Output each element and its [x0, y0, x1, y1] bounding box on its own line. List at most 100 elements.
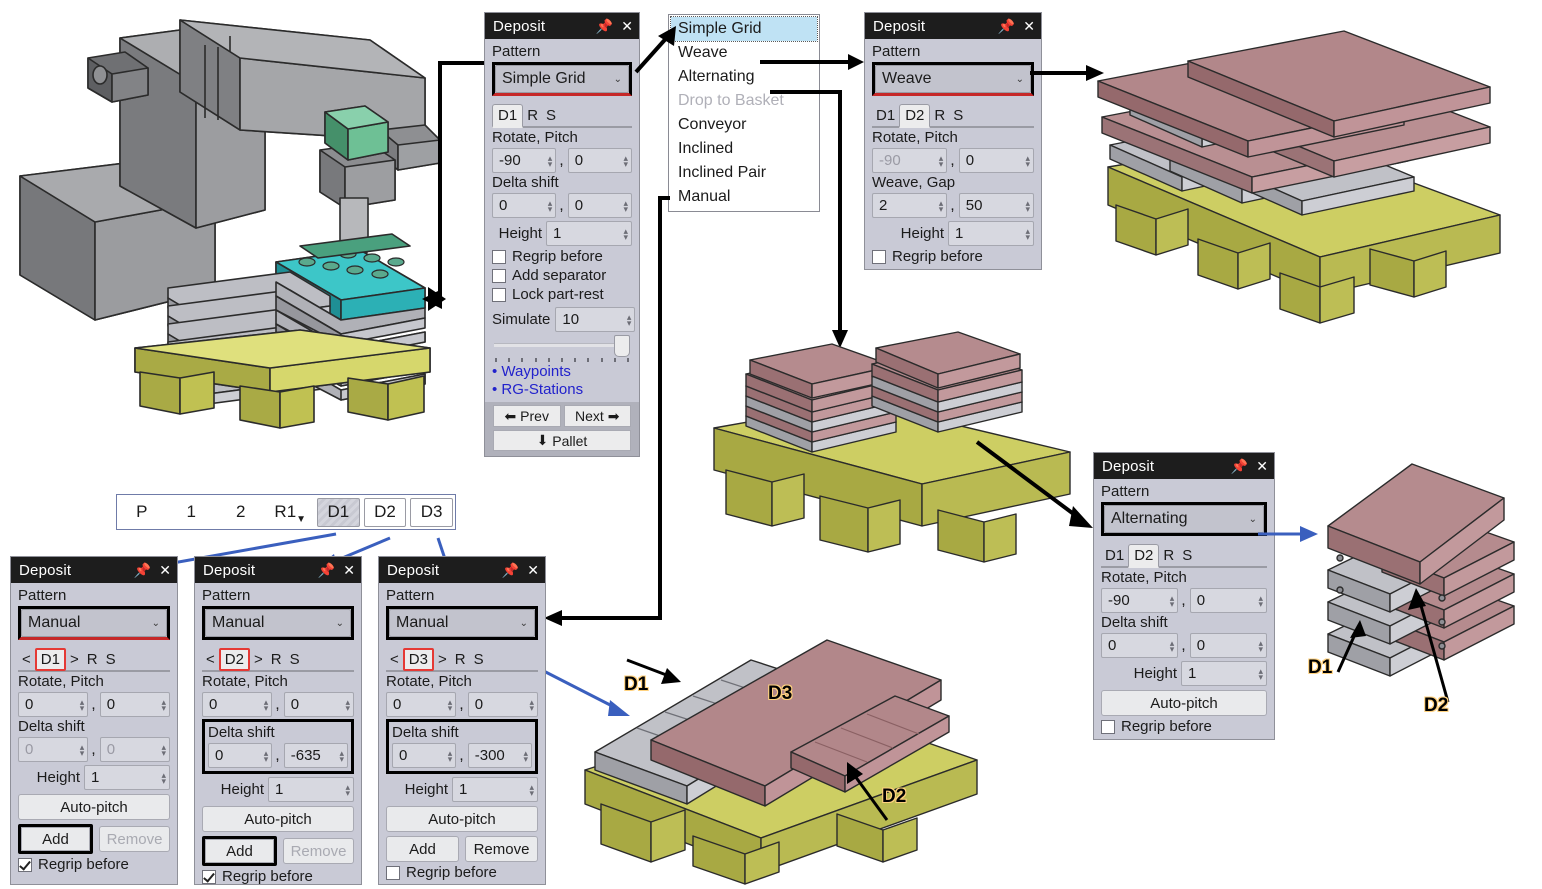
- tab-s[interactable]: S: [286, 649, 304, 670]
- pitch-input[interactable]: 0 ▴▾: [1190, 588, 1267, 613]
- direction-tabs[interactable]: < D3 > R S: [386, 646, 538, 672]
- tab-selected[interactable]: D3: [403, 648, 434, 671]
- add-button-highlight[interactable]: Add: [18, 824, 93, 854]
- deposit-panel-weave[interactable]: Deposit 📌 ✕ Pattern Weave ⌄ D1 D2 R S Ro…: [864, 12, 1042, 270]
- delta-y-input[interactable]: -300 ▴▾: [468, 743, 532, 768]
- chevron-down-icon[interactable]: ⌄: [152, 618, 160, 629]
- pin-icon[interactable]: 📌: [502, 563, 519, 577]
- checkbox-box[interactable]: [202, 870, 216, 884]
- gap-input[interactable]: 50 ▴▾: [959, 193, 1034, 218]
- pitch-stepper[interactable]: ▴▾: [159, 699, 166, 711]
- tab-next[interactable]: >: [434, 649, 451, 670]
- delta-x-input[interactable]: 0 ▴▾: [208, 743, 272, 768]
- deposit-panel-manual-d1[interactable]: Deposit 📌 ✕ Pattern Manual ⌄ < D1 > R S …: [10, 556, 178, 885]
- pattern-combo[interactable]: Alternating ⌄: [1104, 505, 1264, 533]
- delta-x-input[interactable]: 0 ▴▾: [392, 743, 456, 768]
- pattern-combo-highlight[interactable]: Weave ⌄: [872, 62, 1034, 96]
- height-input[interactable]: 1 ▴▾: [268, 777, 354, 802]
- direction-tabs[interactable]: < D1 > R S: [18, 646, 170, 672]
- tab-selected[interactable]: D1: [35, 648, 66, 671]
- chevron-down-icon[interactable]: ⌄: [520, 618, 528, 629]
- tab-d1[interactable]: D1: [492, 104, 523, 128]
- rotate-stepper[interactable]: ▴▾: [1168, 595, 1175, 607]
- tab-s[interactable]: S: [949, 105, 967, 126]
- remove-button[interactable]: Remove: [465, 836, 538, 862]
- height-stepper[interactable]: ▴▾: [1023, 228, 1030, 240]
- tab-d1[interactable]: D1: [1101, 545, 1128, 566]
- height-stepper[interactable]: ▴▾: [1256, 668, 1263, 680]
- tab-d2[interactable]: D2: [1128, 544, 1159, 568]
- pattern-combo-highlight[interactable]: Manual ⌄: [386, 606, 538, 640]
- deposit-panel-alternating[interactable]: Deposit 📌 ✕ Pattern Alternating ⌄ D1 D2 …: [1093, 452, 1275, 740]
- tab-next[interactable]: >: [66, 649, 83, 670]
- rotate-stepper[interactable]: ▴▾: [446, 699, 453, 711]
- checkbox-box[interactable]: [492, 269, 506, 283]
- direction-tabs[interactable]: D1 D2 R S: [872, 102, 1034, 128]
- checkbox-regrip-before[interactable]: Regrip before: [18, 856, 170, 873]
- chevron-down-icon[interactable]: ⌄: [1249, 514, 1257, 525]
- chevron-down-icon[interactable]: ⌄: [614, 74, 622, 85]
- checkbox-regrip-before[interactable]: Regrip before: [386, 864, 538, 881]
- dropdown-item-simple-grid[interactable]: Simple Grid: [671, 17, 817, 41]
- tab-s[interactable]: S: [102, 649, 120, 670]
- tab-prev[interactable]: <: [18, 649, 35, 670]
- pattern-combo[interactable]: Manual ⌄: [21, 609, 167, 637]
- add-button-highlight[interactable]: Add: [202, 836, 277, 866]
- pattern-combo-highlight[interactable]: Alternating ⌄: [1101, 502, 1267, 536]
- height-input[interactable]: 1 ▴▾: [948, 221, 1034, 246]
- tab-s[interactable]: S: [1178, 545, 1196, 566]
- pattern-combo[interactable]: Simple Grid ⌄: [495, 65, 629, 93]
- delta-y-input[interactable]: -635 ▴▾: [284, 743, 348, 768]
- gap-stepper[interactable]: ▴▾: [1023, 200, 1030, 212]
- rotate-stepper[interactable]: ▴▾: [546, 155, 553, 167]
- pattern-combo[interactable]: Weave ⌄: [875, 65, 1031, 93]
- pattern-combo-highlight[interactable]: Manual ⌄: [202, 606, 354, 640]
- height-input[interactable]: 1 ▴▾: [452, 777, 538, 802]
- rotate-stepper[interactable]: ▴▾: [78, 699, 85, 711]
- checkbox-regrip-before[interactable]: Regrip before: [202, 868, 354, 885]
- tab-r[interactable]: R: [83, 649, 102, 670]
- pattern-combo[interactable]: Manual ⌄: [389, 609, 535, 637]
- close-icon[interactable]: ✕: [1256, 459, 1268, 473]
- pitch-input[interactable]: 0 ▴▾: [468, 692, 538, 717]
- auto-pitch-button[interactable]: Auto-pitch: [18, 794, 170, 820]
- pitch-stepper[interactable]: ▴▾: [621, 155, 628, 167]
- direction-tabs[interactable]: D1 D2 R S: [1101, 542, 1267, 568]
- delta-y-input[interactable]: 0 ▴▾: [1190, 633, 1267, 658]
- pitch-stepper[interactable]: ▴▾: [1256, 595, 1263, 607]
- rotate-input[interactable]: 0 ▴▾: [386, 692, 456, 717]
- tab-r[interactable]: R: [523, 105, 542, 126]
- checkbox-box[interactable]: [492, 250, 506, 264]
- rotate-input[interactable]: -90 ▴▾: [492, 148, 556, 173]
- checkbox-box[interactable]: [492, 288, 506, 302]
- pitch-stepper[interactable]: ▴▾: [343, 699, 350, 711]
- pin-icon[interactable]: 📌: [1231, 459, 1248, 473]
- rotate-stepper[interactable]: ▴▾: [262, 699, 269, 711]
- rotate-input[interactable]: 0 ▴▾: [202, 692, 272, 717]
- tab-selected[interactable]: D2: [219, 648, 250, 671]
- height-stepper[interactable]: ▴▾: [527, 784, 534, 796]
- height-input[interactable]: 1 ▴▾: [1181, 661, 1267, 686]
- deposit-panel-manual-d3[interactable]: Deposit 📌 ✕ Pattern Manual ⌄ < D3 > R S …: [378, 556, 546, 885]
- tab-r[interactable]: R: [451, 649, 470, 670]
- pitch-input[interactable]: 0 ▴▾: [959, 148, 1034, 173]
- delta-y-stepper[interactable]: ▴▾: [337, 750, 344, 762]
- tab-s[interactable]: S: [470, 649, 488, 670]
- pitch-input[interactable]: 0 ▴▾: [568, 148, 632, 173]
- tab-prev[interactable]: <: [386, 649, 403, 670]
- tab-r[interactable]: R: [267, 649, 286, 670]
- tab-prev[interactable]: <: [202, 649, 219, 670]
- chevron-down-icon[interactable]: ⌄: [1016, 74, 1024, 85]
- close-icon[interactable]: ✕: [1023, 19, 1035, 33]
- rotate-input[interactable]: 0 ▴▾: [18, 692, 88, 717]
- rotate-input[interactable]: -90 ▴▾: [1101, 588, 1178, 613]
- weave-stepper[interactable]: ▴▾: [937, 200, 944, 212]
- tab-s[interactable]: S: [542, 105, 560, 126]
- height-input[interactable]: 1 ▴▾: [84, 765, 170, 790]
- tab-d1[interactable]: D1: [872, 105, 899, 126]
- direction-tabs[interactable]: < D2 > R S: [202, 646, 354, 672]
- add-button[interactable]: Add: [386, 836, 459, 862]
- pitch-input[interactable]: 0 ▴▾: [100, 692, 170, 717]
- checkbox-box[interactable]: [1101, 720, 1115, 734]
- delta-x-stepper[interactable]: ▴▾: [262, 750, 269, 762]
